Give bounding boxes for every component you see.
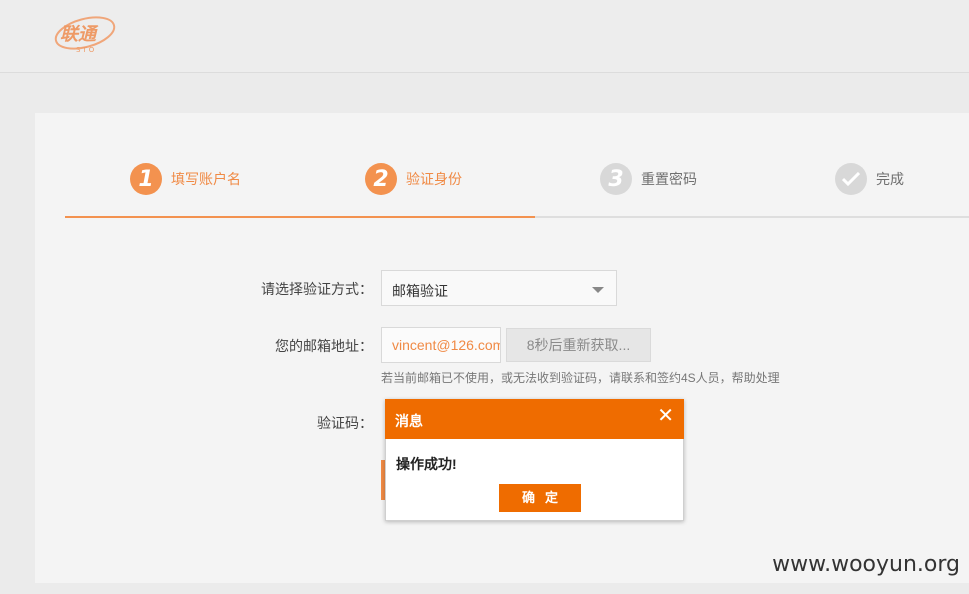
close-icon[interactable]: ✕	[657, 406, 674, 426]
step-1-number: 1	[130, 163, 162, 195]
email-label: 您的邮箱地址：	[275, 338, 373, 354]
step-1: 1 填写账户名	[130, 163, 241, 195]
ok-button[interactable]: 确定	[499, 484, 581, 512]
dialog-title: 消息	[395, 413, 423, 429]
step-2: 2 验证身份	[365, 163, 462, 195]
step-progress: 1 填写账户名 2 验证身份 3 重置密码 完成	[65, 160, 969, 220]
step-2-label: 验证身份	[406, 171, 462, 187]
logo-icon: 联通 STO	[54, 16, 116, 54]
step-4-label: 完成	[876, 171, 904, 187]
step-3-number: 3	[600, 163, 632, 195]
watermark: www.wooyun.org	[772, 552, 960, 577]
method-label: 请选择验证方式：	[261, 281, 373, 297]
brand-logo[interactable]: 联通 STO	[52, 8, 122, 58]
page-header: 联通 STO	[0, 0, 969, 73]
step-2-number: 2	[365, 163, 397, 195]
dialog-titlebar: 消息 ✕	[385, 399, 684, 439]
method-selected-value: 邮箱验证	[392, 283, 448, 299]
step-1-label: 填写账户名	[171, 171, 241, 187]
chevron-down-icon	[592, 287, 604, 293]
resend-code-button[interactable]: 8秒后重新获取...	[506, 328, 651, 362]
step-3-label: 重置密码	[641, 171, 697, 187]
step-4: 完成	[835, 163, 904, 195]
dialog-message: 操作成功!	[396, 456, 457, 472]
email-field[interactable]: vincent@126.com	[381, 327, 501, 363]
check-icon	[835, 163, 867, 195]
verification-method-select[interactable]: 邮箱验证	[381, 270, 617, 306]
progress-fill	[65, 216, 535, 218]
step-3: 3 重置密码	[600, 163, 697, 195]
email-hint: 若当前邮箱已不使用，或无法收到验证码，请联系和签约4S人员，帮助处理	[381, 371, 780, 385]
message-dialog: 消息 ✕ 操作成功! 确定	[385, 399, 684, 521]
code-label: 验证码：	[317, 415, 373, 431]
logo-subtext: STO	[76, 46, 96, 54]
logo-text: 联通	[60, 24, 99, 45]
